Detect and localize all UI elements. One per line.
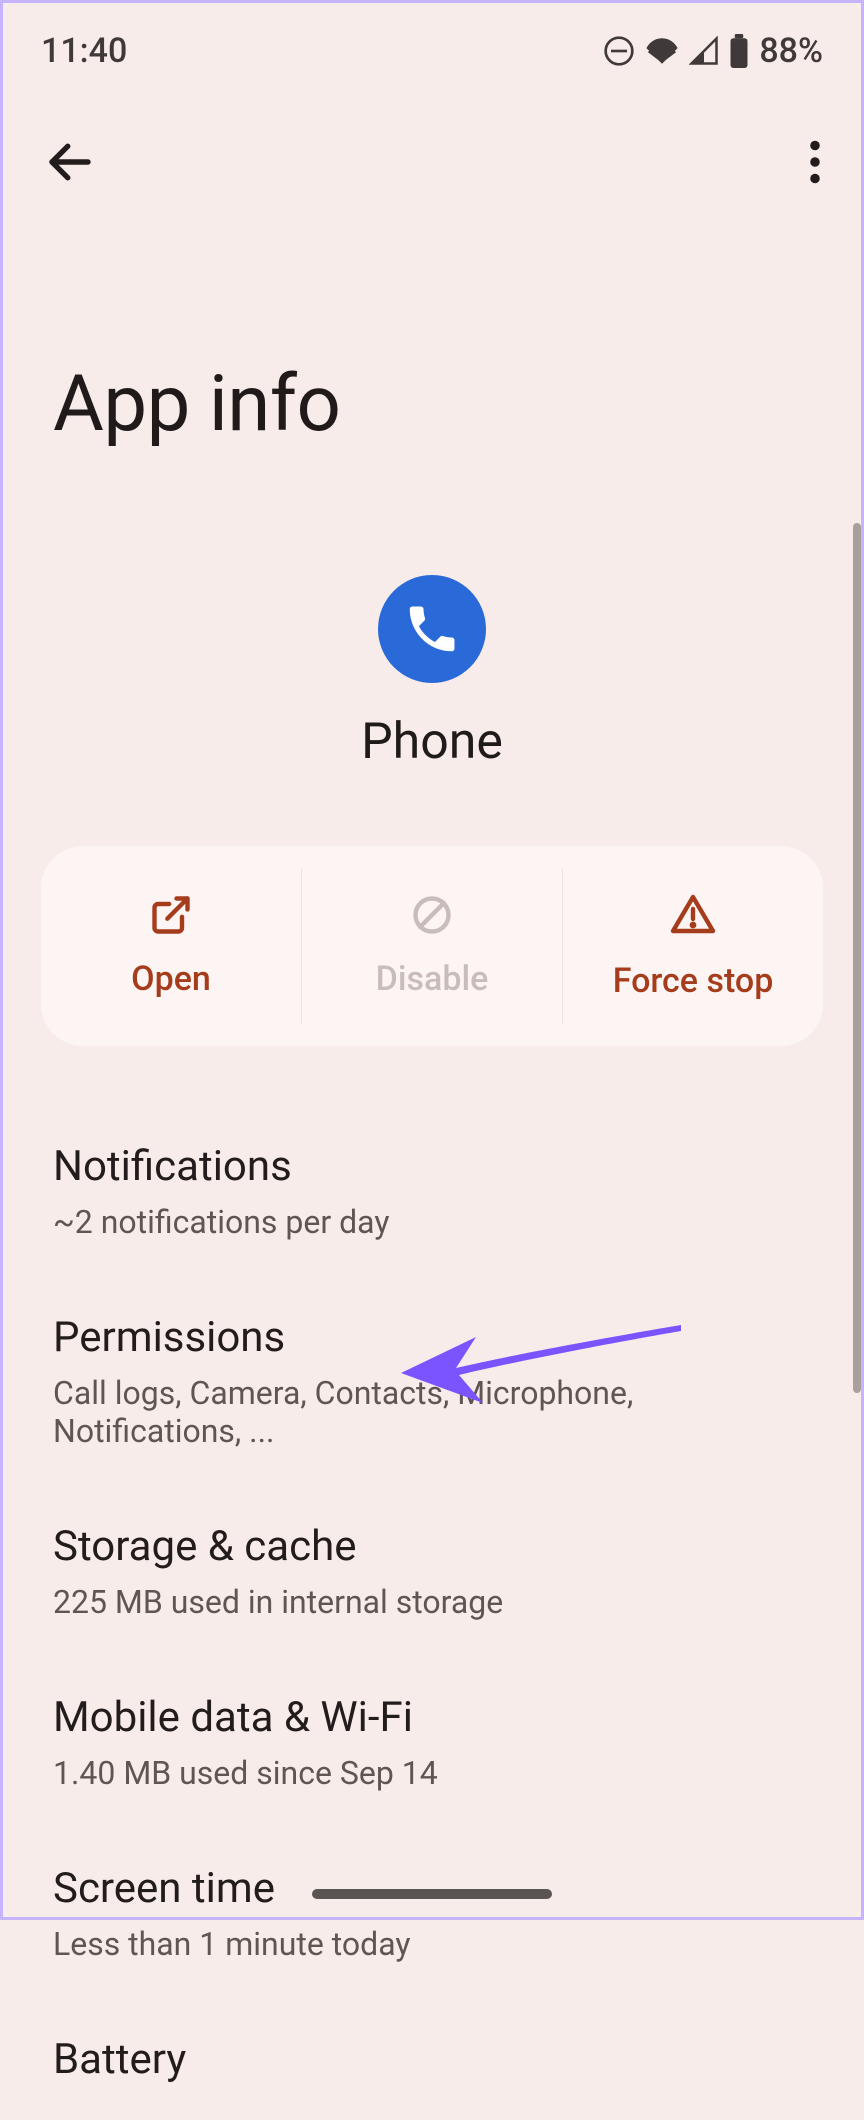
item-title: Permissions — [53, 1313, 811, 1362]
wifi-icon — [645, 34, 679, 68]
battery-percent: 88% — [759, 31, 823, 71]
list-item-permissions[interactable]: Permissions Call logs, Camera, Contacts,… — [53, 1277, 811, 1486]
disable-label: Disable — [376, 959, 489, 999]
dnd-icon — [603, 35, 635, 67]
list-item-notifications[interactable]: Notifications ~2 notifications per day — [53, 1106, 811, 1277]
more-options-button[interactable] — [809, 140, 821, 184]
scroll-indicator — [853, 523, 861, 1393]
app-name: Phone — [361, 713, 503, 771]
item-subtitle: 1.40 MB used since Sep 14 — [53, 1754, 811, 1792]
item-title: Notifications — [53, 1142, 811, 1191]
disable-button: Disable — [302, 846, 562, 1046]
force-stop-label: Force stop — [613, 961, 774, 1001]
status-right: 88% — [603, 31, 823, 71]
app-icon — [378, 575, 486, 683]
list-item-mobile-data[interactable]: Mobile data & Wi-Fi 1.40 MB used since S… — [53, 1657, 811, 1828]
app-bar — [3, 71, 861, 189]
item-title: Battery — [53, 2035, 811, 2084]
list-item-battery[interactable]: Battery — [53, 1999, 811, 2120]
force-stop-button[interactable]: Force stop — [563, 846, 823, 1046]
item-subtitle: Less than 1 minute today — [53, 1925, 811, 1963]
list-item-screen-time[interactable]: Screen time Less than 1 minute today — [53, 1828, 811, 1999]
open-button[interactable]: Open — [41, 846, 301, 1046]
app-header: Phone — [3, 575, 861, 771]
battery-icon — [729, 34, 749, 68]
list-item-storage-cache[interactable]: Storage & cache 225 MB used in internal … — [53, 1486, 811, 1657]
status-time: 11:40 — [41, 31, 127, 71]
settings-list: Notifications ~2 notifications per day P… — [3, 1106, 861, 2120]
item-subtitle: Call logs, Camera, Contacts, Microphone,… — [53, 1374, 811, 1450]
item-subtitle: 225 MB used in internal storage — [53, 1583, 811, 1621]
open-label: Open — [131, 959, 211, 999]
disable-icon — [410, 893, 454, 941]
warning-icon — [669, 891, 717, 943]
item-title: Mobile data & Wi-Fi — [53, 1693, 811, 1742]
open-icon — [149, 893, 193, 941]
page-title: App info — [3, 189, 861, 450]
back-button[interactable] — [43, 135, 97, 189]
item-subtitle: ~2 notifications per day — [53, 1203, 811, 1241]
status-bar: 11:40 88% — [3, 3, 861, 71]
nav-bar-handle[interactable] — [312, 1889, 552, 1899]
action-row: Open Disable Force stop — [41, 846, 823, 1046]
cellular-icon — [689, 36, 719, 66]
item-title: Storage & cache — [53, 1522, 811, 1571]
